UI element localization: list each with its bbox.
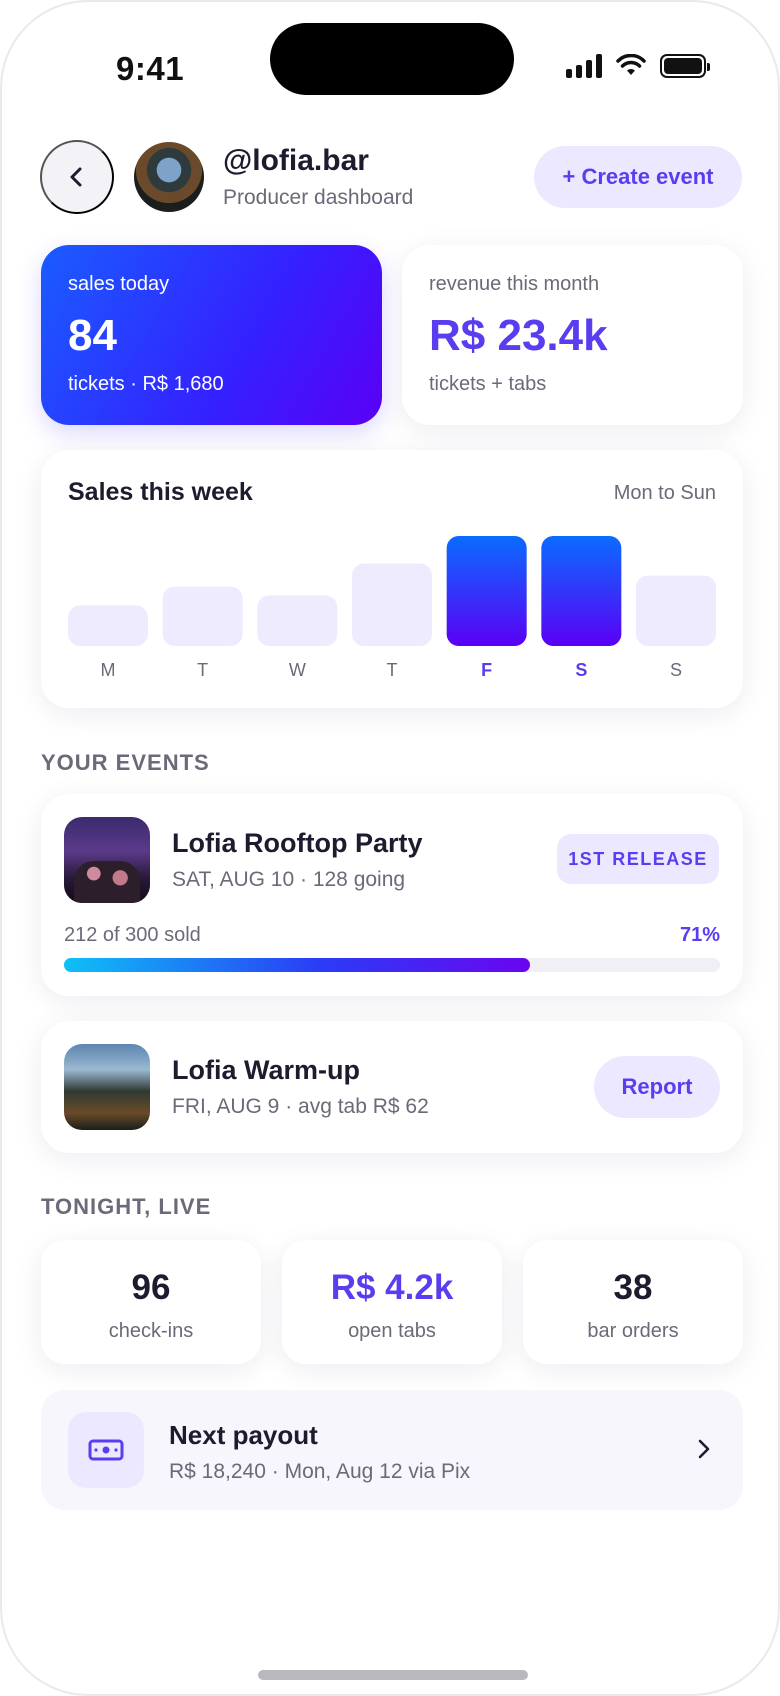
sales-week-chart-card: Sales this week Mon to Sun MTWTFSS (41, 450, 743, 708)
event-meta: FRI, AUG 9 · avg tab R$ 62 (172, 1095, 429, 1118)
sales-week-chart: MTWTFSS (68, 536, 716, 680)
dynamic-island (270, 23, 514, 95)
live-value: 96 (131, 1268, 171, 1307)
back-button[interactable] (40, 140, 114, 214)
revenue-label: revenue this month (429, 273, 600, 295)
chart-day-label-5: F (481, 660, 492, 680)
producer-handle: @lofia.bar (223, 144, 369, 177)
cash-icon (68, 1412, 144, 1488)
chevron-right-icon (698, 1439, 710, 1459)
report-button[interactable]: Report (594, 1056, 720, 1118)
chart-bar-2 (162, 586, 243, 646)
battery-icon (660, 54, 710, 78)
live-value: R$ 4.2k (330, 1268, 454, 1307)
payout-title: Next payout (169, 1420, 318, 1450)
release-badge: 1ST RELEASE (557, 834, 719, 884)
chart-bar-4 (352, 563, 432, 646)
event-card-rooftop[interactable]: Lofia Rooftop Party SAT, AUG 10 · 128 go… (41, 794, 743, 996)
chart-day-label-3: W (289, 660, 306, 680)
chart-bar-7 (636, 575, 716, 646)
event-thumbnail (64, 817, 150, 903)
wifi-icon (616, 54, 646, 75)
chart-bar-3 (257, 595, 338, 646)
event-title: Lofia Rooftop Party (172, 828, 423, 858)
status-icons (566, 54, 710, 78)
phone-screen: 9:41 @lofia.bar Producer dashboard + Cre… (0, 0, 780, 1696)
revenue-month-card[interactable]: revenue this month R$ 23.4k tickets + ta… (402, 245, 743, 425)
revenue-value: R$ 23.4k (429, 311, 608, 360)
tonight-live-label: TONIGHT, LIVE (41, 1194, 212, 1219)
sales-progress-fill (64, 958, 530, 972)
live-value: 38 (613, 1268, 653, 1307)
chart-day-label-7: S (670, 660, 682, 680)
payout-details: R$ 18,240 · Mon, Aug 12 via Pix (169, 1460, 471, 1483)
producer-subtitle: Producer dashboard (223, 186, 414, 209)
revenue-sub: tickets + tabs (429, 373, 547, 395)
sales-today-card[interactable]: sales today 84 tickets · R$ 1,680 (41, 245, 382, 425)
home-indicator[interactable] (258, 1670, 528, 1680)
create-event-button[interactable]: + Create event (534, 146, 742, 208)
next-payout-row[interactable]: Next payout R$ 18,240 · Mon, Aug 12 via … (41, 1390, 743, 1510)
avatar (134, 142, 204, 212)
live-label: check-ins (108, 1320, 194, 1342)
live-tile-check-ins: 96 check-ins (41, 1240, 261, 1364)
sales-today-label: sales today (68, 273, 170, 295)
sold-label: 212 of 300 sold (64, 924, 201, 946)
chart-day-label-4: T (387, 660, 398, 680)
live-tile-bar-orders: 38 bar orders (523, 1240, 743, 1364)
event-meta: SAT, AUG 10 · 128 going (172, 868, 406, 891)
chevron-left-icon (70, 167, 82, 187)
sold-percent: 71% (679, 924, 720, 946)
your-events-label: YOUR EVENTS (41, 750, 210, 775)
sales-today-value: 84 (68, 311, 117, 360)
chart-bar-1 (68, 605, 148, 646)
event-title: Lofia Warm-up (172, 1055, 360, 1085)
chart-day-label-2: T (197, 660, 208, 680)
cellular-signal-icon (566, 54, 602, 78)
event-card-warmup[interactable]: Lofia Warm-up FRI, AUG 9 · avg tab R$ 62… (41, 1021, 743, 1153)
sales-today-sub: tickets · R$ 1,680 (68, 373, 224, 395)
event-thumbnail (64, 1044, 150, 1130)
live-label: bar orders (587, 1320, 679, 1342)
sales-progress-bar (64, 958, 720, 972)
status-time: 9:41 (116, 50, 185, 87)
live-label: open tabs (348, 1320, 436, 1342)
chart-day-label-6: S (575, 660, 587, 680)
chart-bar-6 (541, 536, 622, 646)
live-tile-open-tabs: R$ 4.2k open tabs (282, 1240, 502, 1364)
chart-bar-5 (446, 536, 527, 646)
chart-day-label-1: M (101, 660, 116, 680)
